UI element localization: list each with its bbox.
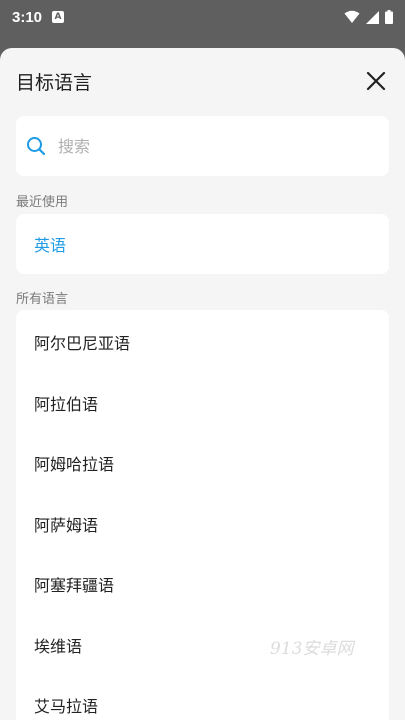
language-picker-sheet: 目标语言 最近使用 英语 所有语言 阿尔巴尼亚语 阿拉伯语 阿姆哈拉语 阿萨姆语… — [0, 48, 405, 720]
recent-section-label: 最近使用 — [16, 195, 69, 210]
notification-icon: A — [52, 11, 65, 23]
search-input[interactable] — [58, 136, 358, 156]
close-button[interactable] — [361, 66, 391, 96]
status-bar: 3:10 A — [0, 0, 405, 34]
signal-icon — [366, 10, 379, 24]
list-item[interactable]: 阿姆哈拉语 — [16, 433, 389, 494]
list-item[interactable]: 艾马拉语 — [16, 675, 389, 720]
sheet-header: 目标语言 — [0, 48, 405, 114]
search-box[interactable] — [16, 116, 389, 176]
watermark: 913安卓网 — [270, 639, 354, 659]
status-icons — [344, 10, 393, 24]
battery-icon — [385, 10, 393, 24]
list-item[interactable]: 阿萨姆语 — [16, 494, 389, 555]
list-item[interactable]: 阿塞拜疆语 — [16, 554, 389, 615]
recent-list: 英语 — [16, 214, 389, 274]
status-time: 3:10 — [12, 8, 43, 26]
sheet-title: 目标语言 — [16, 71, 93, 94]
search-icon — [27, 137, 46, 156]
list-item[interactable]: 阿尔巴尼亚语 — [16, 312, 389, 373]
recent-item-english[interactable]: 英语 — [34, 232, 66, 256]
close-icon — [366, 71, 386, 91]
all-languages-label: 所有语言 — [16, 292, 69, 307]
wifi-icon — [344, 10, 360, 23]
list-item[interactable]: 阿拉伯语 — [16, 373, 389, 434]
